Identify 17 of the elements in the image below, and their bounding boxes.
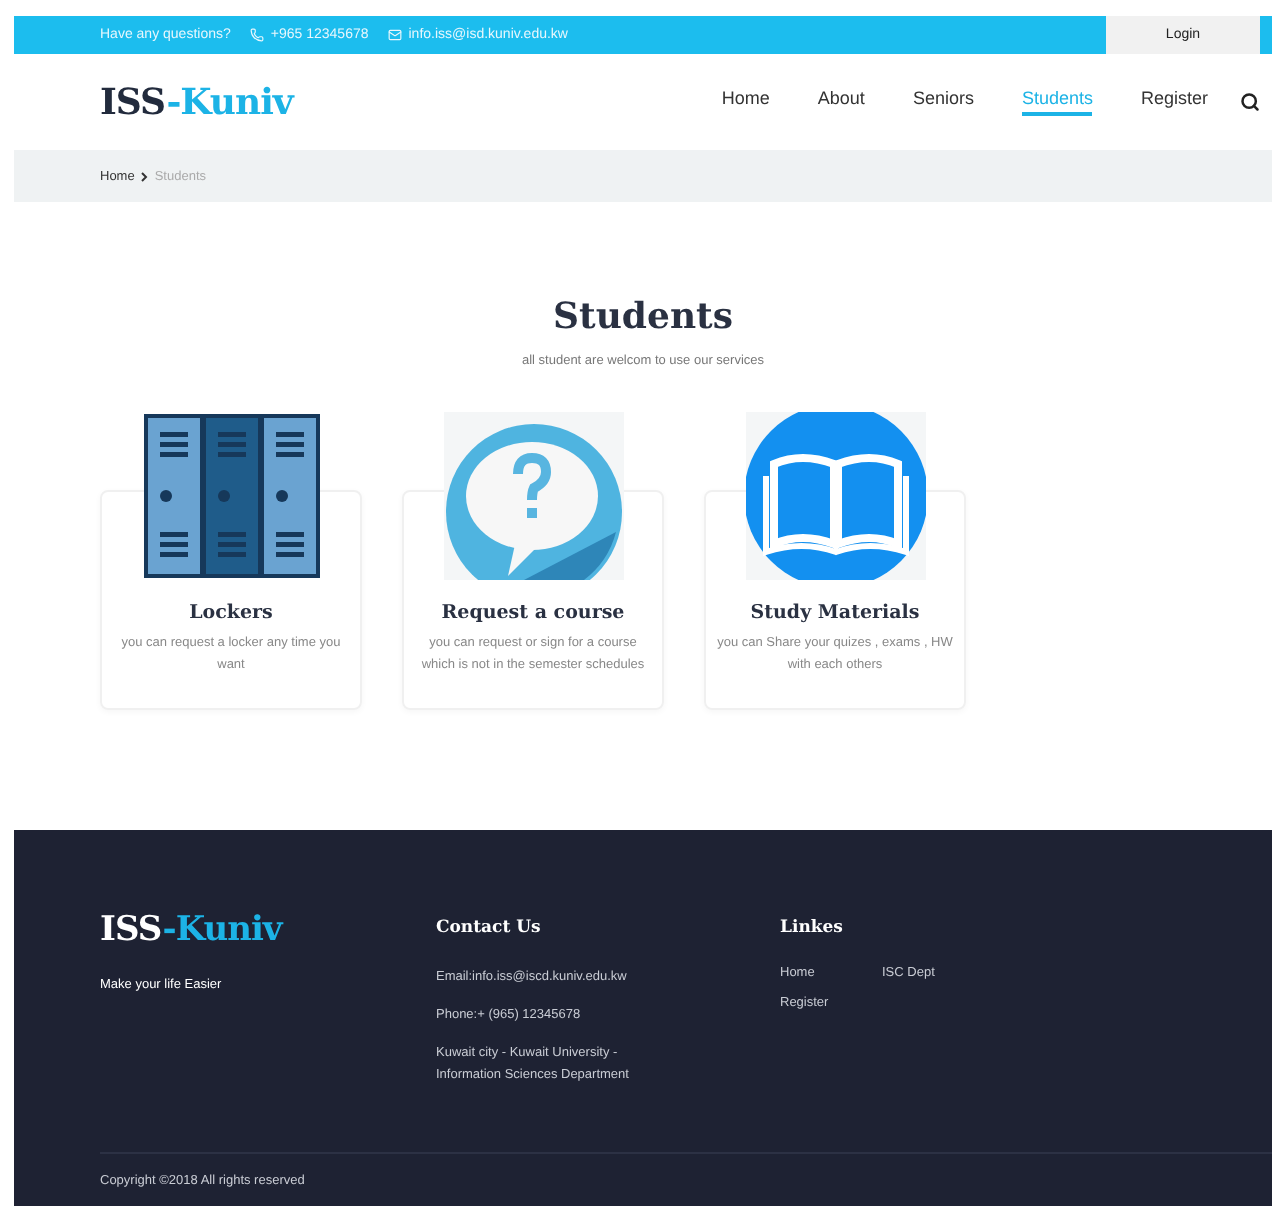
card-title: Study Materials — [750, 602, 920, 624]
chevron-icon — [140, 171, 149, 181]
links-heading: Linkes — [780, 918, 845, 938]
mail-icon — [388, 28, 403, 42]
locker-icon — [141, 412, 321, 580]
card-title: Request a course — [441, 602, 625, 624]
nav-link[interactable]: Seniors — [912, 88, 974, 116]
nav-link[interactable]: About — [817, 88, 865, 116]
footer-logo: ISS-Kuniv — [100, 910, 286, 950]
nav-link[interactable]: Home — [721, 88, 770, 116]
phone-icon — [250, 28, 265, 42]
card-title: Lockers — [189, 602, 273, 624]
section-title: Students — [553, 296, 733, 338]
nav-link[interactable]: Register — [1140, 88, 1208, 116]
search-icon[interactable] — [1240, 92, 1260, 112]
site-logo[interactable]: ISS-Kuniv — [100, 81, 293, 123]
contact-heading: Contact Us — [436, 918, 543, 938]
